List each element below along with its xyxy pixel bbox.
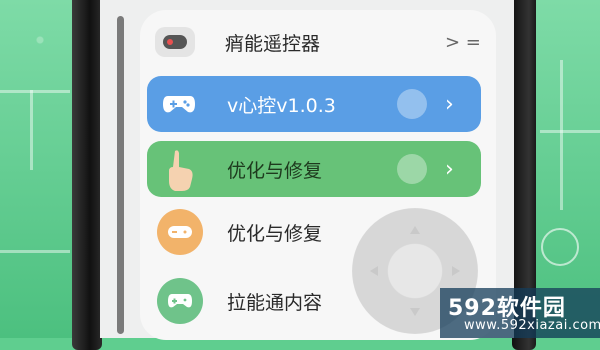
menu-item-label: 痟能遥控器 xyxy=(225,32,321,55)
shield-icon xyxy=(541,228,579,266)
site-watermark: 592软件园 www.592xiazai.com xyxy=(440,288,600,338)
gamepad-icon xyxy=(155,27,195,57)
menu-item-optimize-1[interactable]: 优化与修复 › xyxy=(147,141,481,197)
chevron-right-icon: > = xyxy=(445,31,481,53)
toggle-switch[interactable] xyxy=(397,89,427,119)
gamepad-icon xyxy=(157,209,203,255)
menu-item-vxinkong[interactable]: v心控v1.0.3 › xyxy=(147,76,481,132)
circuit-line xyxy=(0,250,70,253)
gamepad-icon xyxy=(157,278,203,324)
circuit-line xyxy=(30,90,33,170)
circuit-line xyxy=(0,90,70,93)
circuit-line xyxy=(560,60,563,210)
circuit-line xyxy=(540,130,600,133)
menu-item-remote[interactable]: 痟能遥控器 > = xyxy=(147,14,481,70)
phone-frame-left xyxy=(72,0,102,350)
menu-item-label: 优化与修复 xyxy=(227,159,323,182)
scrollbar[interactable] xyxy=(117,16,124,334)
menu-item-label: 优化与修复 xyxy=(227,222,323,245)
menu-item-label: 拉能通内容 xyxy=(227,291,323,314)
hand-pointer-icon xyxy=(163,147,197,197)
chevron-right-icon: › xyxy=(445,156,454,182)
menu-item-label: v心控v1.0.3 xyxy=(227,94,336,117)
gamepad-icon xyxy=(159,84,199,124)
watermark-url: www.592xiazai.com xyxy=(464,318,600,333)
toggle-switch[interactable] xyxy=(397,154,427,184)
chevron-right-icon: › xyxy=(445,91,454,117)
